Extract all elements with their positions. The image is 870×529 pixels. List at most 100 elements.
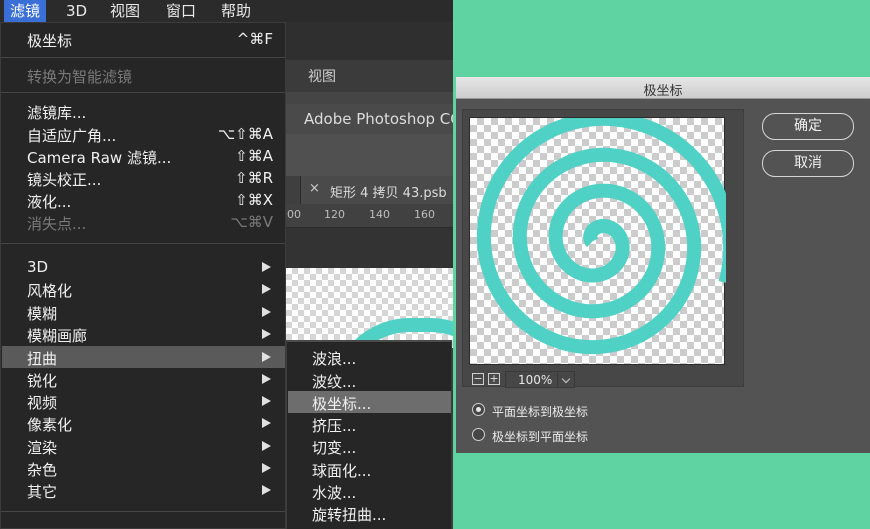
zoom-value: 100%	[518, 373, 553, 387]
spiral-preview-image	[476, 118, 726, 355]
radio-rect-to-polar[interactable]	[472, 403, 485, 416]
menu-bar: 滤镜 3D 视图 窗口 帮助	[0, 0, 453, 22]
submenu-item-label: 挤压...	[312, 417, 357, 435]
menu-item-label: 扭曲	[27, 350, 58, 368]
menu-item-last-filter[interactable]: 极坐标 ^⌘F	[2, 28, 285, 50]
menu-item-shortcut: ⌥⇧⌘A	[217, 125, 273, 143]
view-label: 视图	[308, 69, 336, 85]
ruler-tick: 160	[414, 208, 435, 221]
menu-item-noise[interactable]: 杂色	[2, 457, 285, 479]
menu-item-other[interactable]: 其它	[2, 479, 285, 501]
menu-item-label: 自适应广角...	[27, 127, 117, 145]
submenu-item-wave[interactable]: 波浪...	[288, 346, 451, 368]
radio-label-rect-to-polar[interactable]: 平面坐标到极坐标	[492, 403, 588, 420]
zoom-select[interactable]: 100%	[505, 371, 575, 388]
menu-item-label: 视频	[27, 394, 58, 412]
submenu-item-label: 波纹...	[312, 373, 357, 391]
polar-coordinates-dialog: 极坐标 − + 100% 确定 取消 平面坐标到极坐标 极坐标到平面坐标	[456, 77, 870, 453]
submenu-item-label: 水波...	[312, 484, 357, 502]
ruler-tick: 140	[369, 208, 390, 221]
submenu-arrow-icon	[262, 284, 271, 294]
menu-item-camera-raw[interactable]: Camera Raw 滤镜... ⇧⌘A	[2, 145, 285, 167]
submenu-item-polar-coordinates[interactable]: 极坐标...	[288, 391, 451, 413]
submenu-item-label: 切变...	[312, 439, 357, 457]
menu-item-3d[interactable]: 3D	[2, 256, 285, 278]
menu-item-shortcut: ⇧⌘X	[235, 191, 273, 209]
menu-separator	[1, 243, 285, 244]
menu-item-label: 渲染	[27, 439, 58, 457]
menu-item-blur[interactable]: 模糊	[2, 301, 285, 323]
menu-item-shortcut: ⌥⌘V	[230, 213, 273, 231]
zoom-in-button[interactable]: +	[488, 373, 500, 385]
menu-item-lens-correction[interactable]: 镜头校正... ⇧⌘R	[2, 167, 285, 189]
submenu-item-twirl[interactable]: 旋转扭曲...	[288, 502, 451, 524]
submenu-item-shear[interactable]: 切变...	[288, 435, 451, 457]
submenu-arrow-icon	[262, 307, 271, 317]
menu-item-liquify[interactable]: 液化... ⇧⌘X	[2, 189, 285, 211]
cancel-button[interactable]: 取消	[762, 150, 854, 177]
menu-item-pixelate[interactable]: 像素化	[2, 412, 285, 434]
menu-item-distort[interactable]: 扭曲	[2, 346, 285, 368]
document-tab-title[interactable]: 矩形 4 拷贝 43.psb	[330, 182, 447, 201]
zoom-out-button[interactable]: −	[472, 373, 484, 385]
ruler-tick: 120	[324, 208, 345, 221]
submenu-arrow-icon	[262, 441, 271, 451]
menu-item-shortcut: ^⌘F	[236, 30, 273, 48]
filter-preview[interactable]	[469, 117, 726, 365]
application-bar	[286, 22, 453, 60]
chevron-down-icon	[561, 374, 571, 384]
menu-item-filter-gallery[interactable]: 滤镜库...	[2, 100, 285, 122]
menu-item-shortcut: ⇧⌘A	[235, 147, 273, 165]
submenu-item-pinch[interactable]: 挤压...	[288, 413, 451, 435]
menu-item-label: 模糊	[27, 305, 58, 323]
filter-menu: 极坐标 ^⌘F 转换为智能滤镜 滤镜库... 自适应广角... ⌥⇧⌘A Cam…	[0, 22, 286, 529]
menu-window[interactable]: 窗口	[160, 0, 202, 22]
menu-item-label: 消失点...	[27, 215, 87, 233]
dialog-title-bar[interactable]: 极坐标	[456, 77, 870, 99]
submenu-arrow-icon	[262, 374, 271, 384]
menu-view[interactable]: 视图	[104, 0, 146, 22]
submenu-arrow-icon	[262, 485, 271, 495]
menu-item-label: 锐化	[27, 372, 58, 390]
menu-help[interactable]: 帮助	[215, 0, 257, 22]
menu-item-label: 杂色	[27, 461, 58, 479]
submenu-item-zigzag[interactable]: 水波...	[288, 480, 451, 502]
menu-separator	[1, 511, 285, 512]
options-bar	[286, 92, 453, 104]
menu-item-convert-smart-filter: 转换为智能滤镜	[2, 64, 285, 86]
menu-3d[interactable]: 3D	[60, 0, 93, 22]
menu-item-blur-gallery[interactable]: 模糊画廊	[2, 323, 285, 345]
app-title: Adobe Photoshop CC	[304, 110, 453, 128]
menu-item-sharpen[interactable]: 锐化	[2, 368, 285, 390]
menu-item-label: 3D	[27, 258, 49, 276]
ruler-tick: 00	[287, 208, 301, 221]
close-tab-icon[interactable]: ×	[309, 181, 320, 196]
menu-item-stylize[interactable]: 风格化	[2, 278, 285, 300]
menu-item-label: 滤镜库...	[27, 104, 87, 122]
menu-item-adaptive-wide-angle[interactable]: 自适应广角... ⌥⇧⌘A	[2, 123, 285, 145]
ok-button[interactable]: 确定	[762, 113, 854, 140]
menu-item-video[interactable]: 视频	[2, 390, 285, 412]
zoom-dropdown-toggle[interactable]	[557, 372, 575, 387]
submenu-item-label: 波浪...	[312, 350, 357, 368]
menu-item-label: 极坐标	[27, 32, 73, 50]
menu-item-label: 液化...	[27, 193, 72, 211]
menu-item-render[interactable]: 渲染	[2, 435, 285, 457]
submenu-item-spherize[interactable]: 球面化...	[288, 458, 451, 480]
menu-item-label: 其它	[27, 483, 58, 501]
radio-polar-to-rect[interactable]	[472, 428, 485, 441]
submenu-arrow-icon	[262, 329, 271, 339]
submenu-arrow-icon	[262, 418, 271, 428]
canvas-pasteboard	[286, 228, 453, 268]
submenu-item-ripple[interactable]: 波纹...	[288, 369, 451, 391]
tool-options-panel	[286, 134, 453, 176]
submenu-arrow-icon	[262, 463, 271, 473]
menu-item-vanishing-point: 消失点... ⌥⌘V	[2, 211, 285, 233]
dialog-title: 极坐标	[643, 84, 683, 99]
submenu-item-label: 旋转扭曲...	[312, 506, 387, 524]
menu-filter[interactable]: 滤镜	[4, 0, 47, 22]
radio-label-polar-to-rect[interactable]: 极坐标到平面坐标	[492, 428, 588, 445]
menu-item-shortcut: ⇧⌘R	[235, 169, 273, 187]
submenu-arrow-icon	[262, 396, 271, 406]
menu-item-label: 像素化	[27, 416, 73, 434]
